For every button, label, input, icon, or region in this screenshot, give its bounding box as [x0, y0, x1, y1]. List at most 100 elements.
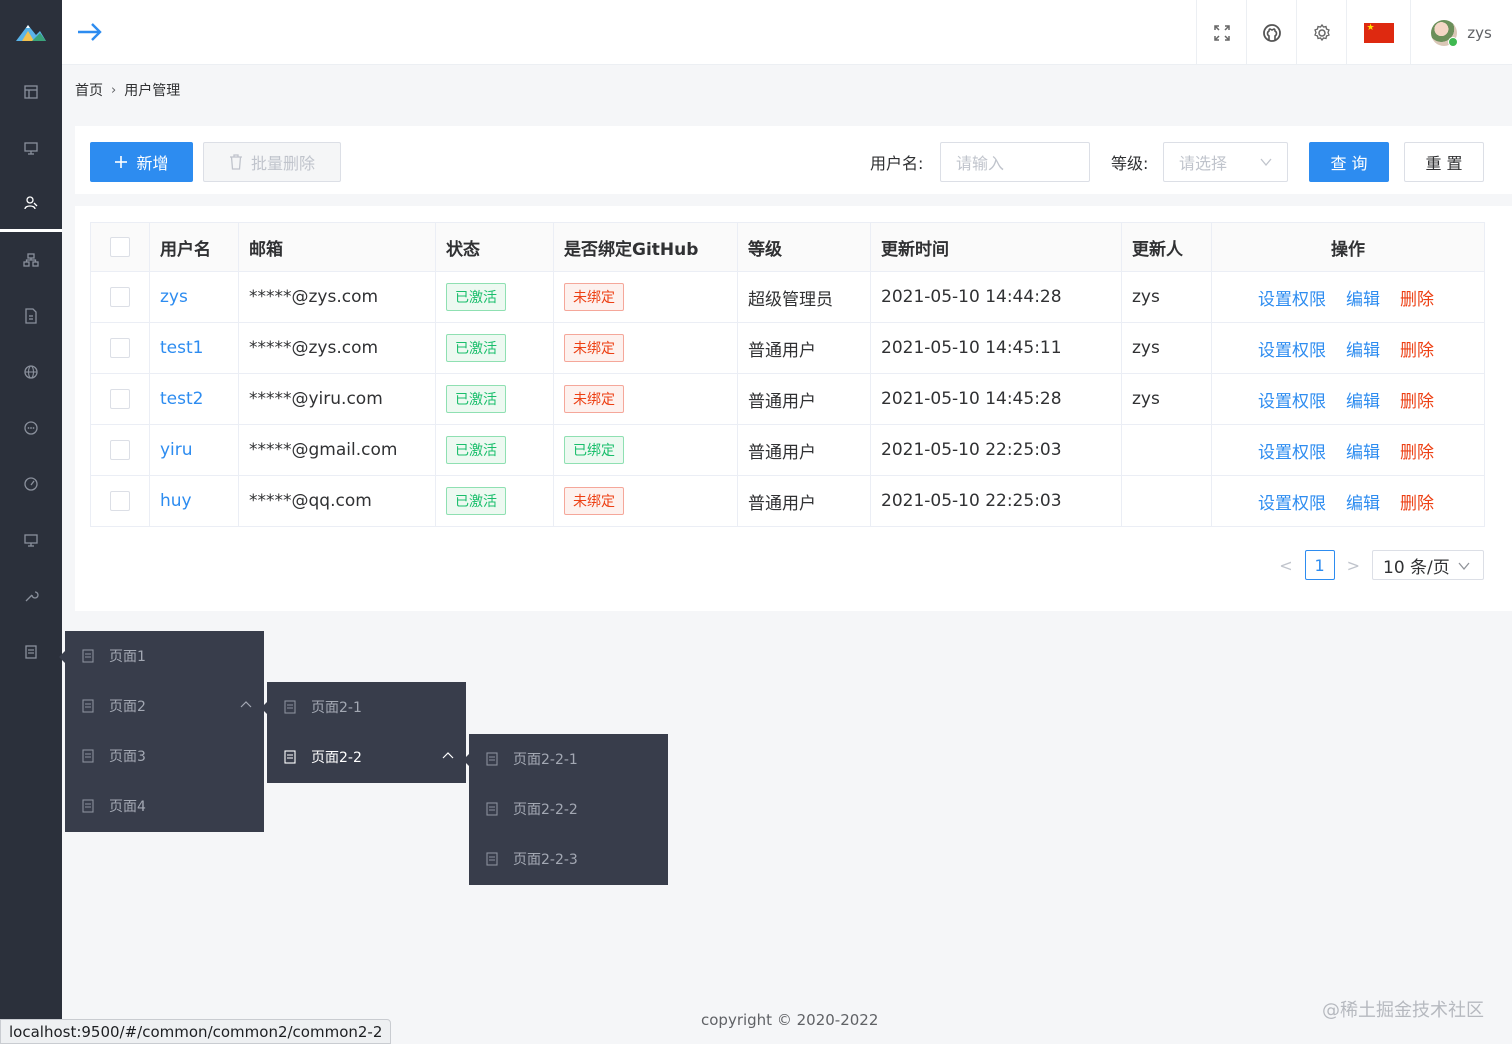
- fullscreen-button[interactable]: [1196, 0, 1246, 65]
- username-cell: test1: [149, 322, 239, 374]
- delete-link[interactable]: 删除: [1400, 443, 1434, 463]
- menu-item-page2-1[interactable]: 页面2-1: [267, 682, 466, 732]
- set-permission-link[interactable]: 设置权限: [1258, 494, 1326, 514]
- sidebar-item-dashboard-gauge[interactable]: [0, 456, 62, 512]
- updater-cell: [1121, 424, 1212, 476]
- username-link[interactable]: huy: [160, 491, 192, 511]
- menu-item-page2-2[interactable]: 页面2-2: [267, 732, 466, 782]
- sidebar-item-org[interactable]: [0, 232, 62, 288]
- sidebar-item-document[interactable]: [0, 288, 62, 344]
- submenu-page2: 页面2-1 页面2-2: [261, 682, 466, 783]
- table-row: yiru *****@gmail.com 已激活 已绑定 普通用户 2021-05-10 …: [90, 424, 1485, 476]
- logo[interactable]: [0, 0, 62, 64]
- language-button[interactable]: [1346, 0, 1410, 65]
- row-select-cell: [90, 373, 150, 425]
- set-permission-link[interactable]: 设置权限: [1258, 392, 1326, 412]
- row-checkbox[interactable]: [110, 491, 130, 511]
- page-icon: [25, 645, 37, 659]
- gauge-icon: [24, 477, 38, 491]
- github-button[interactable]: [1246, 0, 1296, 65]
- row-checkbox[interactable]: [110, 440, 130, 460]
- globe-icon: [24, 365, 38, 379]
- sidebar-item-globe[interactable]: [0, 344, 62, 400]
- next-page-icon[interactable]: >: [1347, 556, 1360, 575]
- username-link[interactable]: test1: [160, 338, 203, 358]
- username-link[interactable]: test2: [160, 389, 203, 409]
- chevron-down-icon: [1458, 562, 1470, 571]
- menu-item-page2[interactable]: 页面2: [65, 681, 264, 731]
- menu-item-page2-2-1[interactable]: 页面2-2-1: [469, 734, 668, 784]
- prev-page-icon[interactable]: <: [1279, 556, 1292, 575]
- user-table: 用户名 邮箱 状态 是否绑定GitHub 等级 更新时间 更新人 操作 zys *…: [90, 222, 1485, 527]
- sidebar-item-dashboard[interactable]: [0, 64, 62, 120]
- sidebar-item-users[interactable]: [0, 176, 62, 232]
- batch-delete-button[interactable]: 批量删除: [203, 142, 341, 182]
- page-size-select[interactable]: 10 条/页: [1372, 550, 1484, 580]
- add-button-label: 新增: [136, 154, 169, 173]
- edit-link[interactable]: 编辑: [1346, 443, 1380, 463]
- username-link[interactable]: yiru: [160, 440, 193, 460]
- sidebar-item-screen[interactable]: [0, 512, 62, 568]
- collapse-toggle[interactable]: [76, 20, 104, 48]
- menu-item-page3[interactable]: 页面3: [65, 731, 264, 781]
- username-input[interactable]: 请输入: [940, 142, 1090, 182]
- avatar: [1431, 19, 1459, 47]
- copyright: copyright © 2020-2022: [701, 1011, 879, 1029]
- edit-link[interactable]: 编辑: [1346, 392, 1380, 412]
- menu-item-page1[interactable]: 页面1: [65, 631, 264, 681]
- username-filter-label: 用户名:: [870, 154, 924, 173]
- username-link[interactable]: zys: [160, 287, 188, 307]
- select-all-checkbox[interactable]: [110, 237, 130, 257]
- edit-link[interactable]: 编辑: [1346, 494, 1380, 514]
- email-cell: *****@zys.com: [238, 322, 436, 374]
- delete-link[interactable]: 删除: [1400, 290, 1434, 310]
- menu-item-page2-2-2[interactable]: 页面2-2-2: [469, 784, 668, 834]
- status-cell: 已激活: [435, 373, 554, 425]
- wrench-icon: [25, 591, 39, 602]
- github-cell: 未绑定: [553, 271, 738, 323]
- level-select[interactable]: 请选择: [1163, 142, 1288, 182]
- row-checkbox[interactable]: [110, 389, 130, 409]
- sidebar-item-chat[interactable]: [0, 400, 62, 456]
- user-menu[interactable]: zys: [1410, 0, 1512, 65]
- page-icon: [284, 700, 296, 714]
- menu-label: 页面2: [109, 699, 146, 715]
- actions-cell: 设置权限 编辑 删除: [1211, 424, 1485, 476]
- reset-button[interactable]: 重 置: [1404, 142, 1484, 182]
- status-badge: 已激活: [446, 487, 506, 515]
- sidebar-item-monitor[interactable]: [0, 120, 62, 176]
- delete-link[interactable]: 删除: [1400, 341, 1434, 361]
- menu-item-page4[interactable]: 页面4: [65, 781, 264, 831]
- level-cell: 普通用户: [737, 322, 871, 374]
- page-icon: [284, 750, 296, 764]
- row-checkbox[interactable]: [110, 338, 130, 358]
- edit-link[interactable]: 编辑: [1346, 290, 1380, 310]
- breadcrumb-home[interactable]: 首页: [75, 80, 103, 100]
- set-permission-link[interactable]: 设置权限: [1258, 443, 1326, 463]
- menu-label: 页面1: [109, 649, 146, 665]
- actions-cell: 设置权限 编辑 删除: [1211, 373, 1485, 425]
- delete-link[interactable]: 删除: [1400, 494, 1434, 514]
- settings-button[interactable]: [1296, 0, 1346, 65]
- query-button[interactable]: 查 询: [1309, 142, 1389, 182]
- set-permission-link[interactable]: 设置权限: [1258, 341, 1326, 361]
- chevron-down-icon: [1260, 158, 1272, 167]
- add-button[interactable]: 新增: [90, 142, 193, 182]
- username-placeholder: 请输入: [956, 154, 1005, 173]
- sidebar-item-tools[interactable]: [0, 568, 62, 624]
- status-cell: 已激活: [435, 424, 554, 476]
- delete-link[interactable]: 删除: [1400, 392, 1434, 412]
- row-checkbox[interactable]: [110, 287, 130, 307]
- sidebar-item-pages[interactable]: [0, 624, 62, 680]
- page-number[interactable]: 1: [1304, 550, 1335, 580]
- set-permission-link[interactable]: 设置权限: [1258, 290, 1326, 310]
- monitor-icon: [24, 142, 38, 155]
- china-flag-icon: [1363, 22, 1394, 43]
- email-cell: *****@qq.com: [238, 475, 436, 527]
- updated-cell: 2021-05-10 22:25:03: [870, 475, 1122, 527]
- github-cell: 未绑定: [553, 475, 738, 527]
- page-icon: [486, 852, 498, 866]
- edit-link[interactable]: 编辑: [1346, 341, 1380, 361]
- menu-item-page2-2-3[interactable]: 页面2-2-3: [469, 834, 668, 884]
- level-filter-label: 等级:: [1111, 154, 1149, 173]
